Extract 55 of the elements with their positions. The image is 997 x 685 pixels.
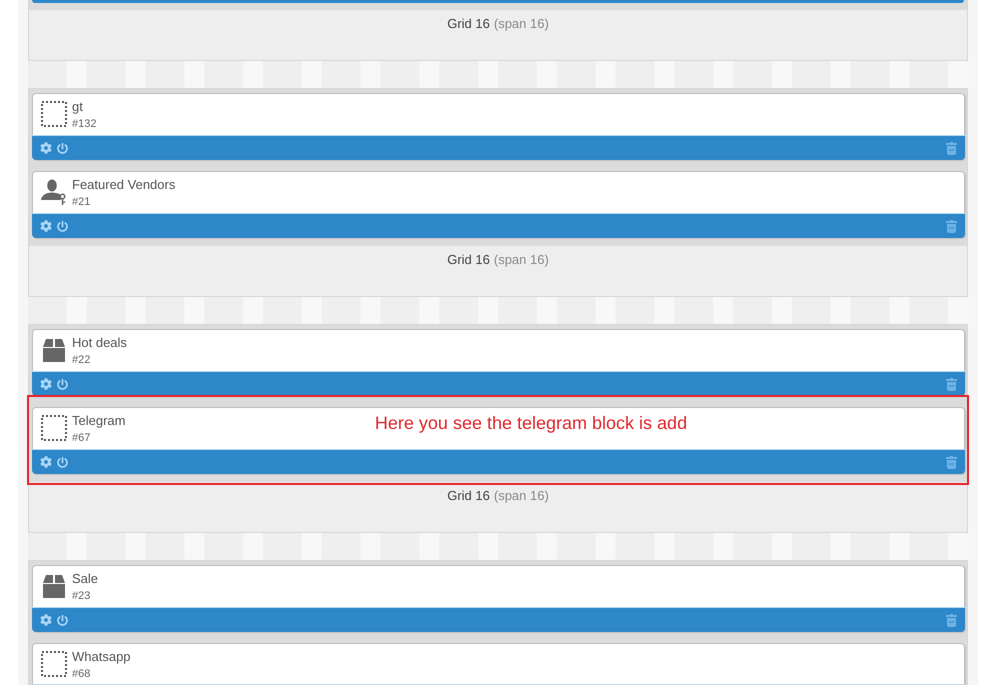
block-title: gt (72, 99, 83, 114)
span-label: (span 16) (494, 252, 549, 267)
block-id: #68 (72, 667, 90, 682)
block-title: Sale (72, 571, 98, 586)
power-icon (56, 220, 68, 232)
box-icon (43, 338, 65, 362)
delete-button[interactable] (946, 378, 957, 390)
user-key-icon (41, 179, 67, 205)
dotted-square-icon (41, 651, 67, 677)
delete-button[interactable] (946, 456, 957, 468)
block-id: #22 (72, 353, 90, 368)
span-label: (span 16) (494, 488, 549, 503)
power-button[interactable] (56, 378, 68, 390)
power-button[interactable] (56, 456, 68, 468)
trash-icon (946, 220, 957, 232)
block-title: Telegram (72, 413, 126, 428)
dotted-square-icon (41, 415, 67, 441)
settings-button[interactable] (40, 378, 52, 390)
power-icon (56, 142, 68, 154)
gear-icon (40, 220, 52, 232)
trash-icon (946, 378, 957, 390)
settings-button[interactable] (40, 142, 52, 154)
power-icon (56, 456, 68, 468)
annotation-text: Here you see the telegram block is add (374, 412, 688, 434)
block-id: #132 (72, 117, 96, 132)
power-button[interactable] (56, 614, 68, 626)
block-id: #23 (72, 589, 90, 604)
box-icon (43, 574, 65, 598)
grid-label: Grid 16 (447, 488, 490, 503)
grid-label: Grid 16 (447, 16, 490, 31)
delete-button[interactable] (946, 142, 957, 154)
block-title: Featured Vendors (72, 177, 176, 192)
settings-button[interactable] (40, 456, 52, 468)
block-title: Hot deals (72, 335, 127, 350)
gear-icon (40, 614, 52, 626)
trash-icon (946, 142, 957, 154)
dotted-square-icon (41, 101, 67, 127)
gear-icon (40, 456, 52, 468)
block-id: #67 (72, 431, 90, 446)
power-icon (56, 378, 68, 390)
grid-label: Grid 16 (447, 252, 490, 267)
trash-icon (946, 456, 957, 468)
delete-button[interactable] (946, 220, 957, 232)
trash-icon (946, 614, 957, 626)
span-label: (span 16) (494, 16, 549, 31)
power-button[interactable] (56, 142, 68, 154)
settings-button[interactable] (40, 220, 52, 232)
block-id: #21 (72, 195, 90, 210)
delete-button[interactable] (946, 614, 957, 626)
settings-button[interactable] (40, 614, 52, 626)
power-icon (56, 614, 68, 626)
power-button[interactable] (56, 220, 68, 232)
gear-icon (40, 142, 52, 154)
block-title: Whatsapp (72, 649, 131, 664)
gear-icon (40, 378, 52, 390)
